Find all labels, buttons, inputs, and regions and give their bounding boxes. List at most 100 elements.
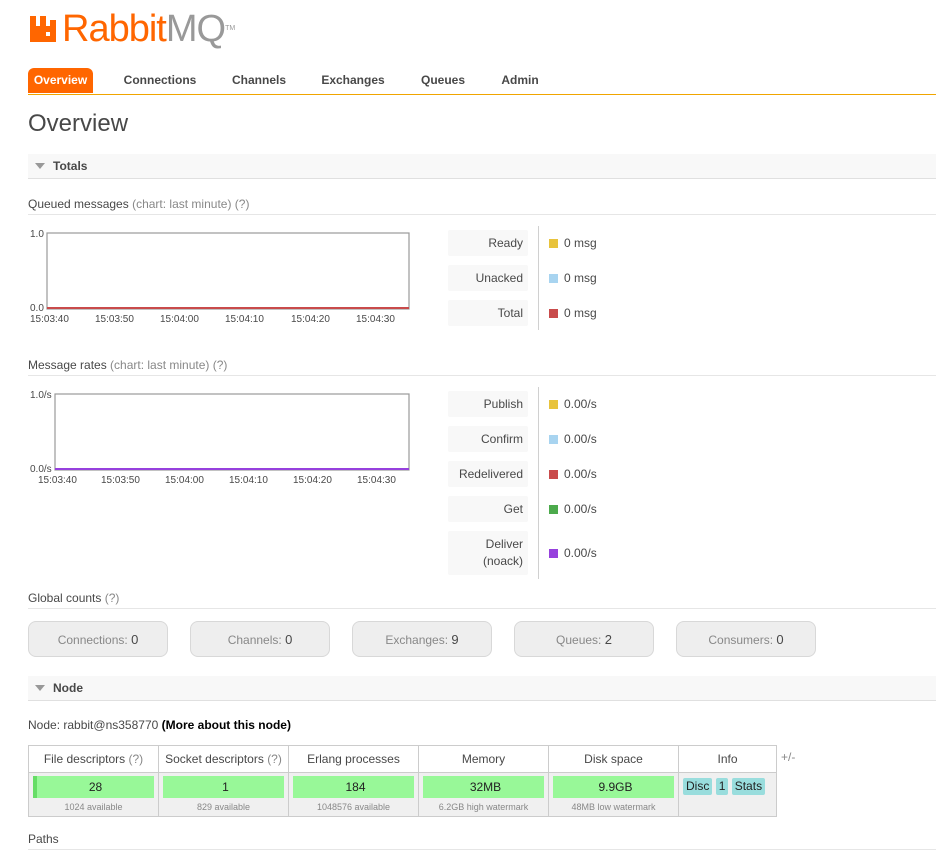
info-tag-disc[interactable]: Disc bbox=[683, 778, 713, 795]
node-name: rabbit@ns358770 bbox=[63, 718, 159, 732]
rates-chart-frame bbox=[54, 393, 410, 471]
queued-chart-svg: 1.0 0.0 15:03:40 15:03:50 15:04:00 15:04… bbox=[30, 229, 410, 325]
tab-admin[interactable]: Admin bbox=[495, 68, 545, 93]
fd-available: 1024 available bbox=[64, 802, 123, 812]
disk-bar: 9.9GB bbox=[553, 776, 674, 798]
legend-label: Get bbox=[448, 496, 528, 522]
tab-overview[interactable]: Overview bbox=[28, 68, 93, 93]
legend-value: 0 msg bbox=[564, 306, 597, 320]
queued-chart-frame bbox=[46, 232, 410, 310]
legend-value: 0.00/s bbox=[564, 502, 597, 516]
mem-watermark: 6.2GB high watermark bbox=[438, 802, 529, 812]
queued-x-tick: 15:03:50 bbox=[95, 314, 134, 325]
global-counts-title: Global counts bbox=[28, 591, 102, 605]
disk-watermark: 48MB low watermark bbox=[571, 802, 656, 812]
swatch-confirm bbox=[549, 435, 558, 444]
info-tag-count[interactable]: 1 bbox=[715, 778, 729, 795]
legend-value: 0 msg bbox=[564, 236, 597, 250]
count-consumers-button[interactable]: Consumers: 0 bbox=[676, 621, 816, 657]
node-section-toggle[interactable]: Node bbox=[28, 676, 936, 701]
queued-y-bottom: 0.0 bbox=[30, 303, 44, 314]
sd-bar: 1 bbox=[163, 776, 284, 798]
info-tag-stats[interactable]: Stats bbox=[731, 778, 766, 795]
logo-wordmark: RabbitMQTM bbox=[62, 8, 236, 50]
rates-chart-svg: 1.0/s 0.0/s 15:03:40 15:03:50 15:04:00 1… bbox=[30, 390, 410, 486]
legend-separator bbox=[538, 387, 539, 579]
queued-x-tick: 15:04:10 bbox=[225, 314, 264, 325]
tab-queues[interactable]: Queues bbox=[416, 68, 470, 93]
fd-help-icon[interactable]: (?) bbox=[129, 752, 144, 766]
rates-title: Message rates bbox=[28, 358, 107, 372]
swatch-deliver-noack bbox=[549, 549, 558, 558]
rates-x-tick: 15:04:00 bbox=[165, 475, 204, 486]
queued-x-tick: 15:04:30 bbox=[356, 314, 395, 325]
rates-x-tick: 15:04:20 bbox=[293, 475, 332, 486]
node-prefix: Node: bbox=[28, 718, 61, 732]
col-socket-descriptors: Socket descriptors (?) bbox=[158, 745, 289, 773]
queued-messages-heading: Queued messages (chart: last minute) (?) bbox=[28, 194, 936, 215]
count-exchanges-button[interactable]: Exchanges: 9 bbox=[352, 621, 492, 657]
rates-help-icon[interactable]: (?) bbox=[213, 358, 228, 372]
page-title: Overview bbox=[28, 110, 129, 137]
more-about-node-link[interactable]: (More about this node) bbox=[162, 718, 291, 732]
swatch-unacked bbox=[549, 274, 558, 283]
queued-chart-hint[interactable]: (chart: last minute) bbox=[132, 197, 231, 211]
rates-y-top: 1.0/s bbox=[30, 390, 52, 401]
sd-help-icon[interactable]: (?) bbox=[267, 752, 282, 766]
queued-help-icon[interactable]: (?) bbox=[235, 197, 250, 211]
main-nav-tabs: Overview Connections Channels Exchanges … bbox=[28, 66, 936, 95]
totals-header-label: Totals bbox=[53, 159, 88, 173]
legend-value: 0 msg bbox=[564, 271, 597, 285]
global-counts-heading: Global counts (?) bbox=[28, 588, 936, 609]
columns-toggle-button[interactable]: +/- bbox=[781, 750, 795, 764]
collapse-triangle-icon bbox=[35, 685, 45, 692]
cell-memory: 32MB 6.2GB high watermark bbox=[418, 772, 549, 817]
legend-label: Publish bbox=[448, 391, 528, 417]
collapse-triangle-icon bbox=[35, 163, 45, 170]
count-queues-button[interactable]: Queues: 2 bbox=[514, 621, 654, 657]
count-connections-button[interactable]: Connections: 0 bbox=[28, 621, 168, 657]
tab-connections[interactable]: Connections bbox=[116, 68, 204, 93]
message-rates-chart: 1.0/s 0.0/s 15:03:40 15:03:50 15:04:00 1… bbox=[28, 389, 418, 492]
swatch-total bbox=[549, 309, 558, 318]
global-counts-help-icon[interactable]: (?) bbox=[105, 591, 120, 605]
queued-title: Queued messages bbox=[28, 197, 129, 211]
count-channels-button[interactable]: Channels: 0 bbox=[190, 621, 330, 657]
rabbit-logo-icon bbox=[30, 16, 56, 42]
col-erlang-processes: Erlang processes bbox=[288, 745, 419, 773]
queued-y-top: 1.0 bbox=[30, 229, 44, 240]
message-rates-heading: Message rates (chart: last minute) (?) bbox=[28, 355, 936, 376]
cell-info: Disc 1 Stats bbox=[678, 772, 777, 817]
queued-x-tick: 15:03:40 bbox=[30, 314, 69, 325]
mem-bar: 32MB bbox=[423, 776, 544, 798]
legend-label: Ready bbox=[448, 230, 528, 256]
node-header-label: Node bbox=[53, 681, 83, 695]
legend-value: 0.00/s bbox=[564, 432, 597, 446]
swatch-ready bbox=[549, 239, 558, 248]
queued-x-tick: 15:04:00 bbox=[160, 314, 199, 325]
swatch-get bbox=[549, 505, 558, 514]
col-file-descriptors: File descriptors (?) bbox=[28, 745, 159, 773]
swatch-redelivered bbox=[549, 470, 558, 479]
legend-label: Deliver (noack) bbox=[448, 531, 528, 575]
legend-value: 0.00/s bbox=[564, 546, 597, 560]
rates-chart-hint[interactable]: (chart: last minute) bbox=[110, 358, 209, 372]
legend-separator bbox=[538, 226, 539, 330]
rates-y-bottom: 0.0/s bbox=[30, 464, 52, 475]
legend-label: Unacked bbox=[448, 265, 528, 291]
queued-x-tick: 15:04:20 bbox=[291, 314, 330, 325]
legend-label: Confirm bbox=[448, 426, 528, 452]
col-disk-space: Disk space bbox=[548, 745, 679, 773]
erl-available: 1048576 available bbox=[316, 802, 391, 812]
sd-available: 829 available bbox=[196, 802, 251, 812]
legend-label: Redelivered bbox=[448, 461, 528, 487]
totals-section-toggle[interactable]: Totals bbox=[28, 154, 936, 179]
tab-channels[interactable]: Channels bbox=[226, 68, 292, 93]
rates-x-tick: 15:04:10 bbox=[229, 475, 268, 486]
fd-bar: 28 bbox=[33, 776, 154, 798]
rates-x-tick: 15:04:30 bbox=[357, 475, 396, 486]
tab-exchanges[interactable]: Exchanges bbox=[317, 68, 389, 93]
erl-bar: 184 bbox=[293, 776, 414, 798]
legend-value: 0.00/s bbox=[564, 397, 597, 411]
swatch-publish bbox=[549, 400, 558, 409]
